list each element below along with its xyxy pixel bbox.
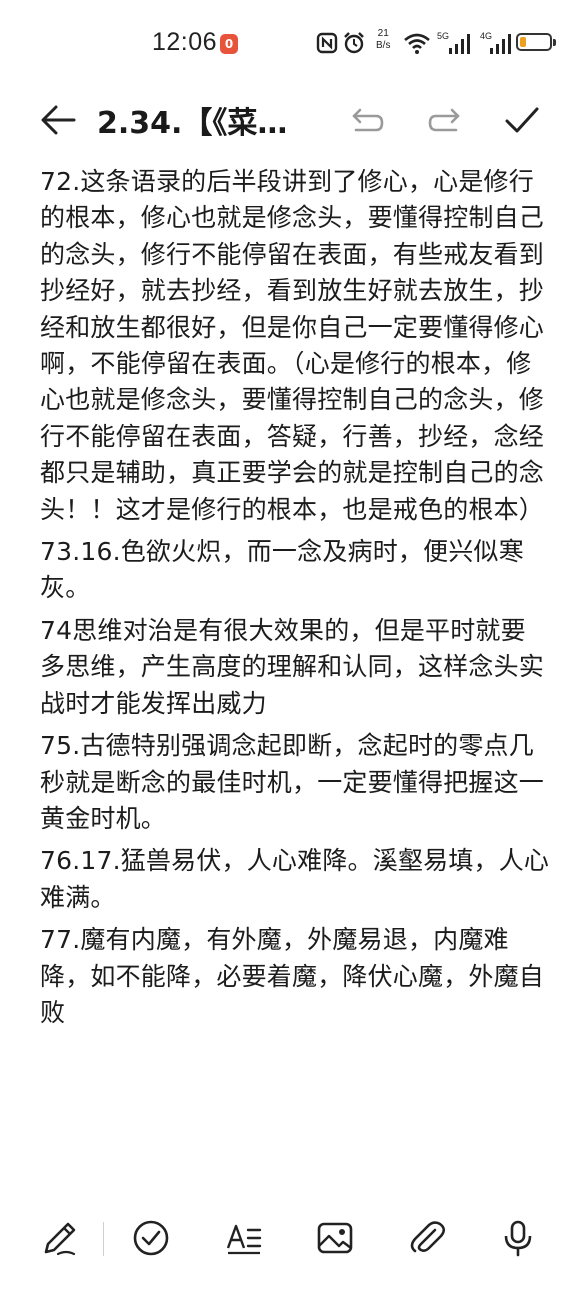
paragraph-77: 77.魔有内魔，有外魔，外魔易退，内魔难降，如不能降，必要着魔，降伏心魔，外魔自… bbox=[40, 925, 545, 1027]
signal-icon-2 bbox=[490, 34, 511, 54]
paragraph-72: 72.这条语录的后半段讲到了修心，心是修行的根本，修心也就是修念头，要懂得控制自… bbox=[40, 167, 545, 524]
alarm-icon bbox=[344, 32, 364, 54]
text-format-icon[interactable] bbox=[224, 1218, 264, 1258]
status-time: 12:06 bbox=[152, 28, 218, 56]
note-body[interactable]: 72.这条语录的后半段讲到了修心，心是修行的根本，修心也就是修念头，要懂得控制自… bbox=[40, 164, 550, 1184]
checkbox-icon[interactable] bbox=[131, 1218, 171, 1258]
attachment-icon[interactable] bbox=[407, 1218, 447, 1258]
arrow-left-icon[interactable] bbox=[38, 100, 78, 140]
microphone-icon[interactable] bbox=[498, 1218, 538, 1258]
status-bar: 12:06 0 21 B/s 5G 4G bbox=[0, 0, 580, 88]
nfc-icon bbox=[316, 32, 338, 54]
editor-toolbar bbox=[0, 88, 580, 154]
redo-icon[interactable] bbox=[424, 100, 464, 140]
battery-tip bbox=[553, 39, 556, 46]
network-speed-unit: B/s bbox=[376, 40, 391, 51]
paragraph-74: 74思维对治是有很大效果的，但是平时就要多思维，产生高度的理解和认同，这样念头实… bbox=[40, 615, 545, 718]
image-icon[interactable] bbox=[315, 1218, 355, 1258]
signal-icon bbox=[449, 34, 470, 54]
bottom-toolbar bbox=[0, 1200, 580, 1289]
battery-icon bbox=[516, 33, 552, 51]
toolbar-divider bbox=[103, 1222, 104, 1256]
paragraph-76: 76.17.猛兽易伏，人心难降。溪壑易填，人心难满。 bbox=[40, 846, 550, 912]
undo-icon[interactable] bbox=[348, 100, 388, 140]
pen-icon[interactable] bbox=[40, 1218, 80, 1258]
notification-badge: 0 bbox=[220, 34, 238, 54]
network-speed-value: 21 bbox=[377, 28, 389, 39]
network-speed: 21 B/s bbox=[376, 28, 390, 52]
paragraph-73: 73.16.色欲火炽，而一念及病时，便兴似寒灰。 bbox=[40, 537, 524, 603]
check-icon[interactable] bbox=[502, 100, 542, 140]
paragraph-75: 75.古德特别强调念起即断，念起时的零点几秒就是断念的最佳时机，一定要懂得把握这… bbox=[40, 731, 545, 833]
wifi-icon bbox=[404, 33, 430, 54]
document-title: 2.34.【《菜… bbox=[97, 106, 288, 141]
